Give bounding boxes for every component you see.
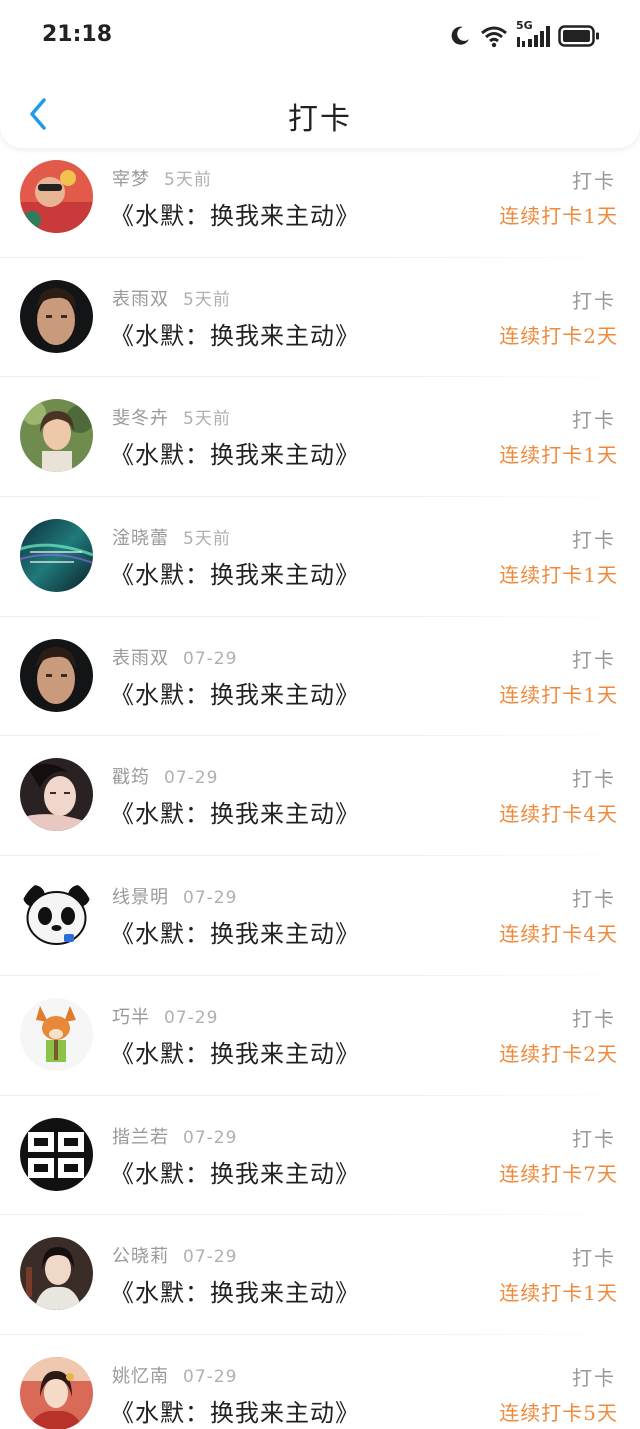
book-title: 《水默：换我来主动》 <box>110 1039 360 1068</box>
list-item[interactable]: 公晓莉 07-29 《水默：换我来主动》 打卡 连续打卡1天 <box>0 1215 640 1335</box>
avatar[interactable] <box>20 519 93 593</box>
checkin-action: 打卡 <box>572 767 616 792</box>
checkin-time: 07-29 <box>183 1127 238 1148</box>
list-item[interactable]: 揩兰若 07-29 《水默：换我来主动》 打卡 连续打卡7天 <box>0 1096 640 1216</box>
list-item[interactable]: 斐冬卉 5天前 《水默：换我来主动》 打卡 连续打卡1天 <box>0 377 640 498</box>
checkin-action: 打卡 <box>572 528 616 553</box>
wifi-icon <box>480 24 508 48</box>
checkin-action: 打卡 <box>572 1126 616 1151</box>
checkin-time: 5天前 <box>183 409 231 430</box>
checkin-action: 打卡 <box>572 1365 616 1390</box>
user-name: 淦晓蕾 <box>112 528 169 550</box>
list-item[interactable]: 戳筠 07-29 《水默：换我来主动》 打卡 连续打卡4天 <box>0 736 640 857</box>
book-title: 《水默：换我来主动》 <box>110 680 360 709</box>
page-title: 打卡 <box>288 102 352 137</box>
book-title: 《水默：换我来主动》 <box>110 800 360 829</box>
list-item[interactable]: 表雨双 07-29 《水默：换我来主动》 打卡 连续打卡1天 <box>0 617 640 737</box>
avatar[interactable] <box>20 279 93 353</box>
user-name: 戳筠 <box>112 767 150 789</box>
checkin-action: 打卡 <box>572 647 616 672</box>
book-title: 《水默：换我来主动》 <box>110 321 360 350</box>
user-name: 姚忆南 <box>112 1365 169 1387</box>
checkin-time: 5天前 <box>164 170 212 190</box>
book-title: 《水默：换我来主动》 <box>110 202 360 230</box>
avatar[interactable] <box>20 758 93 832</box>
streak-label: 连续打卡2天 <box>499 323 618 348</box>
book-title: 《水默：换我来主动》 <box>110 561 360 590</box>
checkin-action: 打卡 <box>572 887 616 912</box>
checkin-action: 打卡 <box>572 288 616 313</box>
5g-signal-icon: 5G <box>516 19 550 49</box>
streak-label: 连续打卡1天 <box>499 682 618 707</box>
nav-bar: 打卡 <box>0 78 640 148</box>
book-title: 《水默：换我来主动》 <box>110 1398 360 1427</box>
header: 21:18 5G 打卡 <box>0 0 640 148</box>
checkin-action: 打卡 <box>572 408 616 433</box>
user-name: 表雨双 <box>112 288 169 310</box>
book-title: 《水默：换我来主动》 <box>110 1279 360 1308</box>
streak-label: 连续打卡4天 <box>499 802 618 827</box>
checkin-time: 07-29 <box>164 1007 219 1028</box>
user-name: 表雨双 <box>112 647 169 669</box>
book-title: 《水默：换我来主动》 <box>110 441 360 470</box>
book-title: 《水默：换我来主动》 <box>110 920 360 949</box>
avatar[interactable] <box>20 1356 93 1429</box>
list-item[interactable]: 巧半 07-29 《水默：换我来主动》 打卡 连续打卡2天 <box>0 976 640 1096</box>
streak-label: 连续打卡2天 <box>499 1041 618 1066</box>
checkin-action: 打卡 <box>572 1246 616 1271</box>
streak-label: 连续打卡1天 <box>499 1281 618 1306</box>
list-item[interactable]: 线景明 07-29 《水默：换我来主动》 打卡 连续打卡4天 <box>0 856 640 976</box>
checkin-time: 07-29 <box>164 768 219 789</box>
streak-label: 连续打卡7天 <box>499 1161 618 1186</box>
battery-icon <box>558 25 600 47</box>
avatar[interactable] <box>20 1117 93 1191</box>
checkin-time: 07-29 <box>183 1247 238 1268</box>
checkin-time: 5天前 <box>183 289 231 310</box>
user-name: 公晓莉 <box>112 1246 169 1268</box>
user-name: 宰梦 <box>112 169 150 190</box>
list-item[interactable]: 姚忆南 07-29 《水默：换我来主动》 打卡 连续打卡5天 <box>0 1335 640 1429</box>
streak-label: 连续打卡1天 <box>499 443 618 468</box>
status-bar: 21:18 5G <box>0 0 640 74</box>
checkin-action: 打卡 <box>572 169 616 193</box>
user-name: 巧半 <box>112 1006 150 1028</box>
avatar[interactable] <box>20 160 93 233</box>
avatar[interactable] <box>20 997 93 1071</box>
book-title: 《水默：换我来主动》 <box>110 1159 360 1188</box>
streak-label: 连续打卡4天 <box>499 922 618 947</box>
user-name: 揩兰若 <box>112 1126 169 1148</box>
checkin-time: 5天前 <box>183 529 231 550</box>
avatar[interactable] <box>20 399 93 473</box>
list-item[interactable]: 淦晓蕾 5天前 《水默：换我来主动》 打卡 连续打卡1天 <box>0 497 640 617</box>
avatar[interactable] <box>20 1237 93 1311</box>
status-time: 21:18 <box>42 22 113 47</box>
streak-label: 连续打卡5天 <box>499 1400 618 1425</box>
checkin-time: 07-29 <box>183 1366 238 1387</box>
checkin-action: 打卡 <box>572 1006 616 1031</box>
checkin-screen: 21:18 5G 打卡 宰梦 5天前 《水默：换我来主动》 打卡 连续打卡1天 … <box>0 0 640 1429</box>
checkin-list: 宰梦 5天前 《水默：换我来主动》 打卡 连续打卡1天 表雨双 5天前 《水默：换我… <box>0 138 640 1429</box>
user-name: 斐冬卉 <box>112 408 169 430</box>
avatar[interactable] <box>20 878 93 952</box>
streak-label: 连续打卡1天 <box>499 204 618 228</box>
list-item[interactable]: 表雨双 5天前 《水默：换我来主动》 打卡 连续打卡2天 <box>0 258 640 378</box>
checkin-time: 07-29 <box>183 648 238 669</box>
status-icons: 5G <box>448 19 600 50</box>
list-item[interactable]: 宰梦 5天前 《水默：换我来主动》 打卡 连续打卡1天 <box>0 138 640 258</box>
streak-label: 连续打卡1天 <box>499 563 618 588</box>
moon-icon <box>448 24 472 48</box>
avatar[interactable] <box>20 638 93 712</box>
checkin-time: 07-29 <box>183 888 238 909</box>
user-name: 线景明 <box>112 887 169 909</box>
